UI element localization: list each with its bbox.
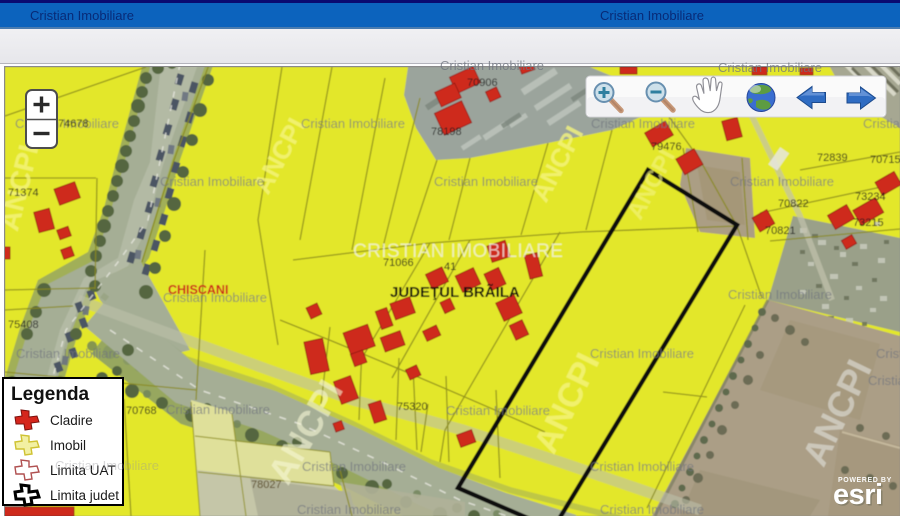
svg-text:Cristian Imobiliare: Cristian Imobiliare: [600, 502, 704, 516]
svg-text:70768: 70768: [126, 405, 157, 417]
svg-text:Cristian Imobiliare: Cristian Imobiliare: [863, 116, 900, 131]
svg-text:Cristian Imobiliare: Cristian Imobiliare: [446, 403, 550, 418]
svg-text:Cristian Imobiliare: Cristian Imobiliare: [301, 116, 405, 131]
svg-text:Cristian Imobiliare: Cristian Imobiliare: [160, 174, 264, 189]
svg-text:Cristian Io: Cristian Io: [868, 373, 900, 388]
svg-text:74678: 74678: [58, 118, 89, 130]
svg-text:71374: 71374: [8, 187, 39, 199]
svg-text:70822: 70822: [778, 198, 809, 210]
svg-text:70715: 70715: [870, 154, 900, 166]
svg-text:75320: 75320: [397, 401, 428, 413]
svg-text:Imobil: Imobil: [50, 438, 86, 453]
svg-text:79476: 79476: [651, 141, 682, 153]
svg-text:70821: 70821: [765, 225, 796, 237]
svg-text:JUDEŢUL BRÃILA: JUDEŢUL BRÃILA: [390, 283, 520, 301]
svg-text:41: 41: [444, 261, 456, 273]
svg-text:73234: 73234: [855, 191, 886, 203]
svg-text:Cristian Imobiliare: Cristian Imobiliare: [55, 458, 159, 473]
svg-text:Cristian Imobiliare: Cristian Imobiliare: [16, 346, 120, 361]
svg-text:Cristian Imobiliare: Cristian Imobiliare: [302, 459, 406, 474]
svg-text:73215: 73215: [853, 217, 884, 229]
svg-text:Cristian Imobiliare: Cristian Imobiliare: [590, 346, 694, 361]
svg-text:78027: 78027: [251, 479, 282, 491]
svg-text:Cristian Imobiliare: Cristian Imobiliare: [166, 402, 270, 417]
svg-text:75408: 75408: [8, 319, 39, 331]
svg-text:Limita judet: Limita judet: [50, 488, 119, 503]
svg-text:Legenda: Legenda: [11, 384, 90, 405]
svg-text:Cristian Imobiliare: Cristian Imobiliare: [434, 174, 538, 189]
svg-text:Cristian Imobiliare: Cristian Imobiliare: [728, 287, 832, 302]
svg-text:Cristian Imobiliare: Cristian Imobiliare: [730, 174, 834, 189]
svg-text:Cladire: Cladire: [50, 413, 93, 428]
svg-text:CHISCANI: CHISCANI: [168, 283, 228, 297]
svg-text:72839: 72839: [817, 152, 848, 164]
svg-text:esri: esri: [833, 479, 883, 511]
svg-text:78198: 78198: [431, 126, 462, 138]
svg-text:70906: 70906: [467, 77, 498, 89]
svg-text:71066: 71066: [383, 257, 414, 269]
svg-text:Cristian Imobiliare: Cristian Imobiliare: [591, 116, 695, 131]
svg-text:Cristian Imobiliare: Cristian Imobiliare: [590, 459, 694, 474]
svg-text:Cristian Imobiliare: Cristian Imobiliare: [297, 502, 401, 516]
svg-text:Cristian Imobiliare: Cristian Imobiliare: [876, 346, 900, 361]
